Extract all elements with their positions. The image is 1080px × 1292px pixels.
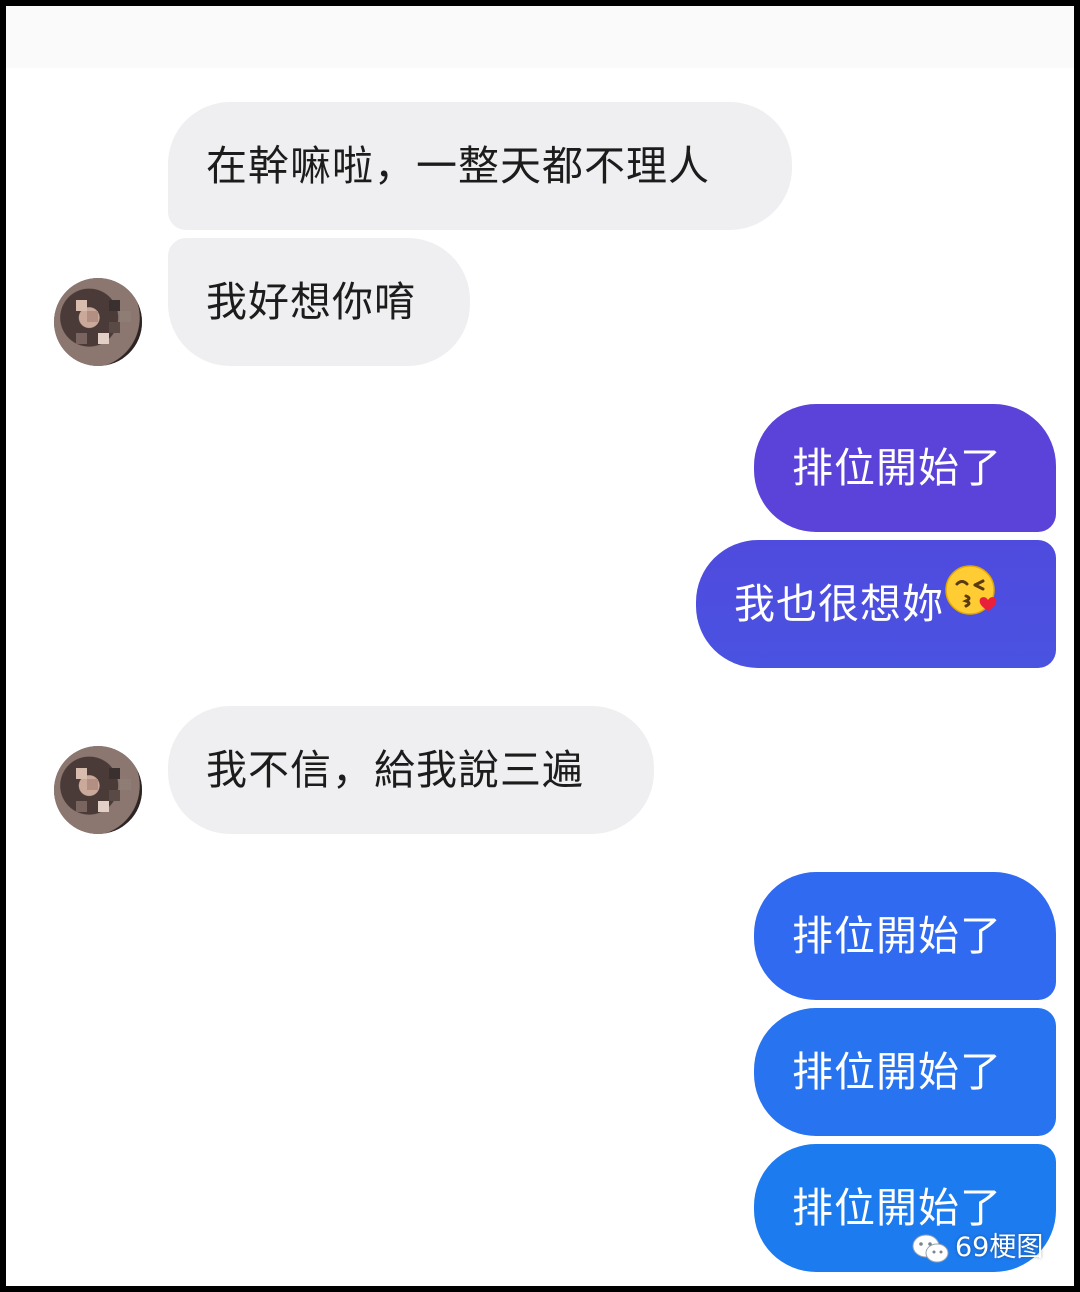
contact-avatar[interactable] [54, 278, 142, 366]
message-text: 在幹嘛啦，一整天都不理人 [206, 142, 710, 190]
watermark-text: 69梗图 [955, 1232, 1044, 1263]
contact-avatar[interactable] [54, 746, 142, 834]
message-bubble-outgoing[interactable]: 我也很想妳 [696, 540, 1056, 668]
kissing-face-wink-heart-icon [944, 540, 1000, 668]
message-bubble-incoming[interactable]: 我不信，給我說三遍 [168, 706, 654, 834]
watermark: 69梗图 [911, 1228, 1043, 1268]
message-text: 我不信，給我說三遍 [206, 746, 584, 794]
message-bubble-incoming[interactable]: 在幹嘛啦，一整天都不理人 [168, 102, 792, 230]
chat-screen: 在幹嘛啦，一整天都不理人 我好想你唷 排位開始了 我也很想妳 我不信，給我說三遍… [6, 6, 1074, 1286]
image-frame: 在幹嘛啦，一整天都不理人 我好想你唷 排位開始了 我也很想妳 我不信，給我說三遍… [0, 0, 1080, 1292]
message-text: 排位開始了 [792, 912, 1002, 960]
message-text: 我好想你唷 [206, 278, 416, 326]
message-bubble-incoming[interactable]: 我好想你唷 [168, 238, 470, 366]
wechat-icon [911, 1232, 955, 1263]
message-text: 排位開始了 [792, 1048, 1002, 1096]
message-bubble-outgoing[interactable]: 排位開始了 [754, 404, 1056, 532]
message-text: 排位開始了 [792, 1184, 1002, 1232]
message-bubble-outgoing[interactable]: 排位開始了 [754, 1008, 1056, 1136]
top-bar [6, 6, 1074, 68]
message-text: 我也很想妳 [734, 580, 944, 628]
message-text: 排位開始了 [792, 444, 1002, 492]
message-bubble-outgoing[interactable]: 排位開始了 [754, 872, 1056, 1000]
